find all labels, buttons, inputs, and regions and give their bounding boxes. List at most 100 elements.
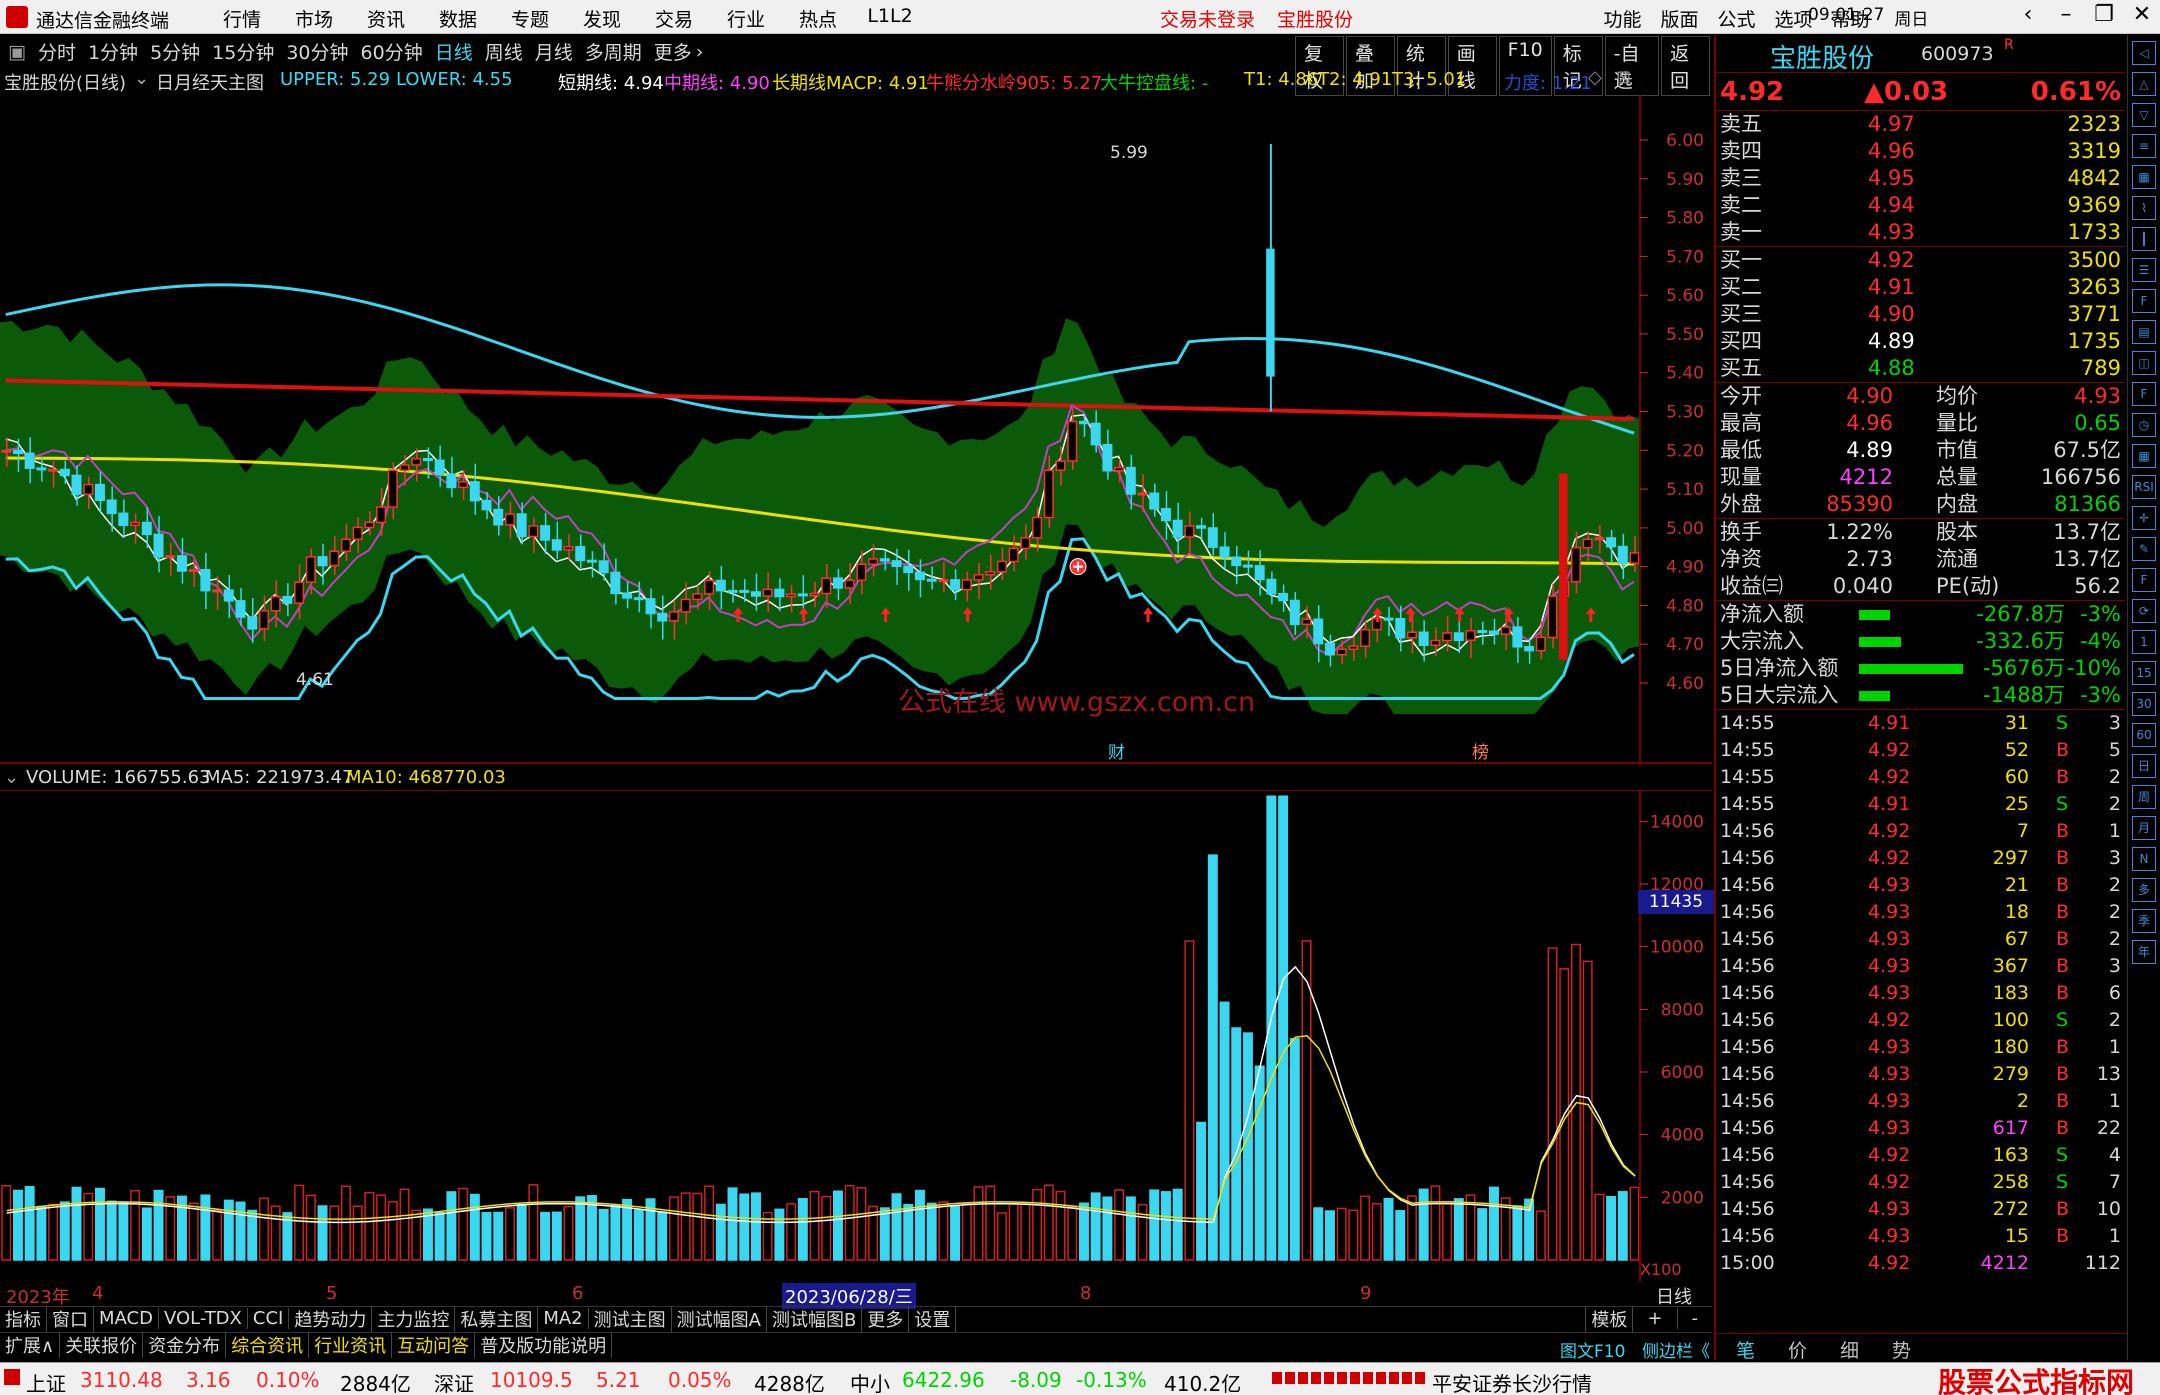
template-button[interactable]: 模板 [1585, 1305, 1634, 1332]
back-icon[interactable]: ‹ [2010, 2, 2046, 27]
formula-name[interactable]: 日月经天主图 [156, 69, 264, 95]
f10-icon[interactable]: F [2132, 289, 2156, 313]
crosshair-icon[interactable]: ✛ [2132, 506, 2156, 530]
minute-icon[interactable]: 1 [2132, 630, 2156, 654]
menu-item[interactable]: 市场 [278, 5, 350, 32]
menu-item[interactable]: 专题 [494, 5, 566, 32]
close-icon[interactable]: ✕ [2124, 2, 2160, 27]
menu-item[interactable]: 公式 [1708, 5, 1765, 32]
panel-toggle-icon[interactable]: ▣ [8, 41, 26, 63]
tab-cci[interactable]: CCI [248, 1308, 290, 1329]
period-year-icon[interactable]: 年 [2132, 940, 2156, 964]
tab-macd[interactable]: MACD [94, 1308, 159, 1329]
tab-test-main[interactable]: 测试主图 [589, 1305, 672, 1332]
rsi-icon[interactable]: RSI [2132, 475, 2156, 499]
formula-dropdown-icon[interactable]: ⌄ [134, 68, 149, 89]
fund-flow-icon[interactable]: F [2132, 382, 2156, 406]
refresh-icon[interactable]: ⟳ [2132, 599, 2156, 623]
close-panel-icon[interactable]: ⊠ [1616, 67, 1631, 88]
menu-item[interactable]: 热点 [782, 5, 854, 32]
clock-icon[interactable]: ◷ [2132, 413, 2156, 437]
fund-icon[interactable]: ◫ [2132, 351, 2156, 375]
table-icon[interactable]: ▦ [2132, 165, 2156, 189]
candlestick-chart[interactable]: 6.00 5.90 5.80 5.70 5.60 5.50 5.40 5.30 5.20 5.10… [0, 95, 1712, 765]
tab-ma2[interactable]: MA2 [538, 1308, 589, 1329]
f10-link[interactable]: 图文F10 [1560, 1337, 1625, 1362]
tab-main-monitor[interactable]: 主力监控 [372, 1305, 456, 1332]
tab-trend-power[interactable]: 趋势动力 [289, 1305, 373, 1332]
tab-settings[interactable]: 设置 [909, 1305, 957, 1332]
menu-item[interactable]: 行业 [710, 5, 782, 32]
diamond-icon[interactable]: ◇ [1588, 67, 1602, 88]
menu-item[interactable]: 发现 [566, 5, 638, 32]
period-tab[interactable]: 多周期 [585, 38, 642, 65]
fs-icon[interactable]: F [2132, 568, 2156, 592]
tab-trades[interactable]: 笔 [1736, 1336, 1755, 1363]
sh-label[interactable]: 上证 [26, 1368, 66, 1395]
pen-icon[interactable]: ✎ [2132, 537, 2156, 561]
menu-item[interactable]: 版面 [1651, 5, 1708, 32]
menu-item[interactable]: L1L2 [854, 5, 926, 32]
tab-industry-news[interactable]: 行业资讯 [309, 1331, 393, 1358]
period-tab-active[interactable]: 日线 [435, 38, 473, 65]
remove-button[interactable]: - [1678, 1308, 1713, 1329]
period-30-icon[interactable]: 30 [2132, 692, 2156, 716]
tab-edition-info[interactable]: 普及版功能说明 [475, 1331, 613, 1358]
tag-cai[interactable]: 财 [1108, 738, 1125, 763]
up-icon[interactable]: △ [2132, 72, 2156, 96]
grid-icon[interactable]: ▦ [2132, 444, 2156, 468]
menu-item[interactable]: 资讯 [350, 5, 422, 32]
minimize-icon[interactable]: – [2048, 2, 2084, 27]
kline-icon[interactable]: ┃ [2132, 227, 2156, 251]
period-tab[interactable]: 15分钟 [212, 38, 274, 65]
menu-item[interactable]: 功能 [1594, 5, 1651, 32]
period-tab[interactable]: 月线 [535, 38, 573, 65]
period-tab[interactable]: 30分钟 [286, 38, 348, 65]
volume-chart[interactable]: 14000 12000 10000 8000 6000 4000 2000 11435 X1… [0, 789, 1714, 1282]
period-tab[interactable]: 1分钟 [88, 38, 138, 65]
tab-test-sub-a[interactable]: 测试幅图A [672, 1305, 767, 1332]
tab-indicator[interactable]: 指标 [0, 1305, 47, 1332]
volume-dropdown-icon[interactable]: ⌄ [4, 767, 19, 788]
news-icon[interactable]: ▤ [2132, 320, 2156, 344]
period-tab-more[interactable]: 更多 [654, 38, 692, 65]
menu-item[interactable]: 交易 [638, 5, 710, 32]
add-button[interactable]: + [1633, 1308, 1678, 1329]
period-60-icon[interactable]: 60 [2132, 723, 2156, 747]
tab-private-main[interactable]: 私募主图 [455, 1305, 539, 1332]
restore-icon[interactable]: ❐ [2086, 2, 2122, 27]
trade-login-status[interactable]: 交易未登录 [1160, 5, 1255, 32]
tab-detail[interactable]: 细 [1840, 1336, 1859, 1363]
period-month-icon[interactable]: 月 [2132, 816, 2156, 840]
period-tab[interactable]: 60分钟 [361, 38, 423, 65]
tab-fund-dist[interactable]: 资金分布 [143, 1331, 227, 1358]
period-tab[interactable]: 分时 [38, 38, 76, 65]
period-n-icon[interactable]: N [2132, 847, 2156, 871]
chart-icon[interactable]: ⌇ [2132, 196, 2156, 220]
period-day-icon[interactable]: 日 [2132, 754, 2156, 778]
down-icon[interactable]: ▽ [2132, 103, 2156, 127]
tab-trend[interactable]: 势 [1892, 1336, 1911, 1363]
tab-news[interactable]: 综合资讯 [226, 1331, 310, 1358]
period-tab[interactable]: 周线 [485, 38, 523, 65]
period-multi-icon[interactable]: 多 [2132, 878, 2156, 902]
tab-qa[interactable]: 互动问答 [392, 1331, 476, 1358]
tab-related-quote[interactable]: 关联报价 [60, 1331, 144, 1358]
tab-vol-tdx[interactable]: VOL-TDX [159, 1308, 248, 1329]
list-icon[interactable]: ☰ [2132, 258, 2156, 282]
tab-expand[interactable]: 扩展∧ [0, 1331, 61, 1358]
quote-icon[interactable]: ≡ [2132, 134, 2156, 158]
tab-more[interactable]: 更多 [862, 1305, 910, 1332]
tag-bang[interactable]: 榜 [1472, 738, 1489, 763]
period-season-icon[interactable]: 季 [2132, 909, 2156, 933]
tab-test-sub-b[interactable]: 测试幅图B [767, 1305, 863, 1332]
sz-label[interactable]: 深证 [434, 1368, 474, 1395]
tick-list[interactable]: 14:55 4.91 31 S 3 14:55 4.92 52 B 5 14:55 4.92 60 B 2 1… [1716, 710, 2125, 1277]
period-tab[interactable]: 5分钟 [150, 38, 200, 65]
sidebar-link[interactable]: 侧边栏《 [1642, 1337, 1710, 1362]
period-15-icon[interactable]: 15 [2132, 661, 2156, 685]
zx-label[interactable]: 中小 [850, 1368, 890, 1395]
sidebar-icon[interactable]: ◁ [2132, 41, 2156, 65]
menu-item[interactable]: 行情 [206, 5, 278, 32]
tab-window[interactable]: 窗口 [47, 1305, 94, 1332]
